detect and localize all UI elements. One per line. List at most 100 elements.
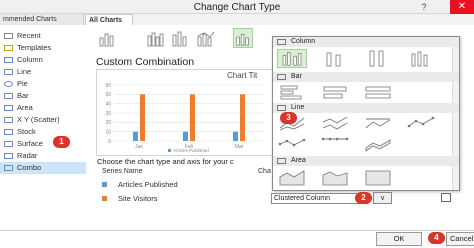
section-header-column: Column xyxy=(273,37,459,47)
thumb-line-markers[interactable] xyxy=(406,114,436,133)
list-item-label: Bar xyxy=(17,91,29,100)
bar-visitors xyxy=(190,94,195,141)
combo-type-icon-4[interactable] xyxy=(196,28,216,48)
list-item-scatter[interactable]: X Y (Scatter) xyxy=(0,114,86,126)
help-button[interactable]: ? xyxy=(419,2,429,12)
bar-articles xyxy=(133,131,138,141)
bar-section-icon xyxy=(277,74,286,80)
cancel-button[interactable]: Cancel xyxy=(446,232,474,246)
section-label: Area xyxy=(291,157,306,164)
thumb-stacked-line-markers[interactable] xyxy=(277,135,307,154)
thumb-100-stacked-area[interactable] xyxy=(363,168,393,187)
footer-divider xyxy=(0,230,474,231)
thumb-100-stacked-bar[interactable] xyxy=(363,83,393,102)
list-item-bar[interactable]: Bar xyxy=(0,90,86,102)
radar-chart-icon xyxy=(4,153,13,159)
chart-type-header: Cha xyxy=(258,168,271,175)
thumb-area[interactable] xyxy=(277,168,307,187)
y-tick-label: 0 xyxy=(108,139,111,145)
bar-chart-icon xyxy=(4,93,13,99)
pie-chart-icon xyxy=(4,81,13,87)
combo-chart-icon xyxy=(4,165,13,171)
list-item-pie[interactable]: Pie xyxy=(0,78,86,90)
series-row-articles: Articles Published xyxy=(96,178,272,191)
surface-chart-icon xyxy=(4,141,13,147)
window-title: Change Chart Type xyxy=(193,2,281,13)
series-name-header: Series Name xyxy=(102,168,143,175)
recent-icon xyxy=(4,33,13,39)
thumb-stacked-area[interactable] xyxy=(320,168,350,187)
y-tick-label: 30 xyxy=(105,111,111,117)
line-section-icon xyxy=(277,105,286,111)
section-label: Bar xyxy=(291,73,302,80)
thumb-stacked-bar[interactable] xyxy=(320,83,350,102)
choose-instructions: Choose the chart type and axis for your … xyxy=(97,157,234,166)
step-badge-1: 1 xyxy=(53,136,70,148)
thumb-100-stacked-line[interactable] xyxy=(363,114,393,133)
combo-type-icon-custom[interactable] xyxy=(233,28,253,48)
bar-visitors xyxy=(140,94,145,141)
section-label: Line xyxy=(291,104,305,111)
list-item-label: X Y (Scatter) xyxy=(17,115,60,124)
bar-visitors xyxy=(240,94,245,141)
dropdown-scrollbar[interactable] xyxy=(452,37,459,190)
list-item-column[interactable]: Column xyxy=(0,54,86,66)
section-header-line: Line xyxy=(273,103,459,113)
preview-chart: 0102030405060Jan Feb MarArticles Published xyxy=(105,83,264,153)
list-item-templates[interactable]: Templates xyxy=(0,42,86,54)
tab-recommended-charts[interactable]: mmended Charts xyxy=(0,14,84,25)
combo-type-icon-3[interactable] xyxy=(170,28,190,48)
thumb-stacked-line[interactable] xyxy=(320,114,350,133)
list-item-label: Templates xyxy=(17,43,52,52)
legend-entry: Articles Published xyxy=(173,148,209,153)
list-item-recent[interactable]: Recent xyxy=(0,30,86,42)
list-item-radar[interactable]: Radar xyxy=(0,150,86,162)
stock-chart-icon xyxy=(4,129,13,135)
list-item-area[interactable]: Area xyxy=(0,102,86,114)
list-item-stock[interactable]: Stock xyxy=(0,126,86,138)
list-item-label: Radar xyxy=(17,151,38,160)
list-item-surface[interactable]: Surface xyxy=(0,138,86,150)
y-tick-label: 40 xyxy=(105,101,111,107)
thumb-3d-column[interactable] xyxy=(406,49,436,68)
series-swatch xyxy=(102,196,107,201)
line-chart-icon xyxy=(4,69,13,75)
y-tick-label: 20 xyxy=(105,120,111,126)
combo-type-icon-1[interactable] xyxy=(98,28,118,48)
legend-swatch xyxy=(168,149,171,152)
series-chart-type-select[interactable]: Clustered Column xyxy=(271,193,368,204)
step-badge-4: 4 xyxy=(428,232,445,244)
thumb-stacked-column[interactable] xyxy=(320,49,350,68)
combo-type-icon-2[interactable] xyxy=(146,28,166,48)
list-item-label: Line xyxy=(17,67,32,76)
combo-heading: Custom Combination xyxy=(96,56,195,68)
bar-articles xyxy=(233,131,238,141)
x-tick-label: Mar xyxy=(235,144,244,150)
list-item-line[interactable]: Line xyxy=(0,66,86,78)
ok-button[interactable]: OK xyxy=(376,232,422,246)
thumb-clustered-bar[interactable] xyxy=(277,83,307,102)
section-label: Column xyxy=(291,38,316,45)
section-header-bar: Bar xyxy=(273,72,459,82)
y-tick-label: 60 xyxy=(105,83,111,89)
list-item-combo[interactable]: Combo xyxy=(0,162,86,174)
close-button[interactable]: ✕ xyxy=(450,0,474,14)
thumb-clustered-column[interactable] xyxy=(277,49,307,68)
series-row-visitors: Site Visitors xyxy=(96,192,272,205)
list-item-label: Recent xyxy=(17,31,41,40)
thumb-100-stacked-column[interactable] xyxy=(363,49,393,68)
templates-icon xyxy=(4,45,13,51)
step-badge-3: 3 xyxy=(280,112,297,124)
list-item-label: Surface xyxy=(17,139,43,148)
area-section-icon xyxy=(277,158,286,164)
thumb-100-line-markers[interactable] xyxy=(320,135,350,154)
section-header-area: Area xyxy=(273,156,459,166)
list-item-label: Area xyxy=(17,103,33,112)
series-swatch xyxy=(102,182,107,187)
step-badge-2: 2 xyxy=(355,192,372,204)
chevron-down-icon[interactable]: ∨ xyxy=(373,192,392,204)
tab-all-charts[interactable]: All Charts xyxy=(85,14,133,25)
list-item-label: Combo xyxy=(17,163,42,172)
secondary-axis-checkbox[interactable] xyxy=(441,193,451,202)
thumb-3d-line[interactable] xyxy=(363,135,393,154)
